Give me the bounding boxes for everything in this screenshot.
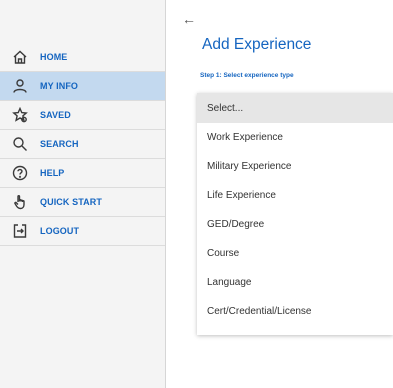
nav-label-help: HELP <box>40 168 65 178</box>
nav-label-home: HOME <box>40 52 68 62</box>
pointer-icon <box>0 188 40 217</box>
search-icon <box>0 130 40 159</box>
main-content: ← Add Experience Step 1: Select experien… <box>166 0 393 388</box>
experience-type-dropdown[interactable]: Select... Work Experience Military Exper… <box>197 93 393 335</box>
nav-label-quick-start: QUICK START <box>40 197 102 207</box>
dropdown-option-military-experience[interactable]: Military Experience <box>197 152 393 181</box>
user-icon <box>0 72 40 101</box>
nav-item-saved[interactable]: SAVED <box>0 101 165 130</box>
logout-icon <box>0 217 40 246</box>
nav-label-logout: LOGOUT <box>40 226 80 236</box>
dropdown-option-cert-credential-license[interactable]: Cert/Credential/License <box>197 297 393 326</box>
home-icon <box>0 43 40 72</box>
help-icon <box>0 159 40 188</box>
dropdown-option-work-experience[interactable]: Work Experience <box>197 123 393 152</box>
nav-label-saved: SAVED <box>40 110 71 120</box>
star-icon <box>0 101 40 130</box>
dropdown-option-language[interactable]: Language <box>197 268 393 297</box>
nav-label-search: SEARCH <box>40 139 79 149</box>
nav-item-my-info[interactable]: MY INFO <box>0 72 165 101</box>
dropdown-option-life-experience[interactable]: Life Experience <box>197 181 393 210</box>
nav-item-help[interactable]: HELP <box>0 159 165 188</box>
nav-item-logout[interactable]: LOGOUT <box>0 217 165 246</box>
nav-item-search[interactable]: SEARCH <box>0 130 165 159</box>
dropdown-option-course[interactable]: Course <box>197 239 393 268</box>
sidebar-nav: HOME MY INFO SAVED SEARCH HELP QUICK STA… <box>0 43 165 246</box>
sidebar: HOME MY INFO SAVED SEARCH HELP QUICK STA… <box>0 0 166 388</box>
page-title: Add Experience <box>202 36 312 53</box>
dropdown-option-select[interactable]: Select... <box>197 93 393 123</box>
nav-label-my-info: MY INFO <box>40 81 79 91</box>
nav-item-quick-start[interactable]: QUICK START <box>0 188 165 217</box>
nav-item-home[interactable]: HOME <box>0 43 165 72</box>
step-label: Step 1: Select experience type <box>200 72 294 79</box>
dropdown-option-ged-degree[interactable]: GED/Degree <box>197 210 393 239</box>
back-arrow-icon[interactable]: ← <box>182 12 196 26</box>
